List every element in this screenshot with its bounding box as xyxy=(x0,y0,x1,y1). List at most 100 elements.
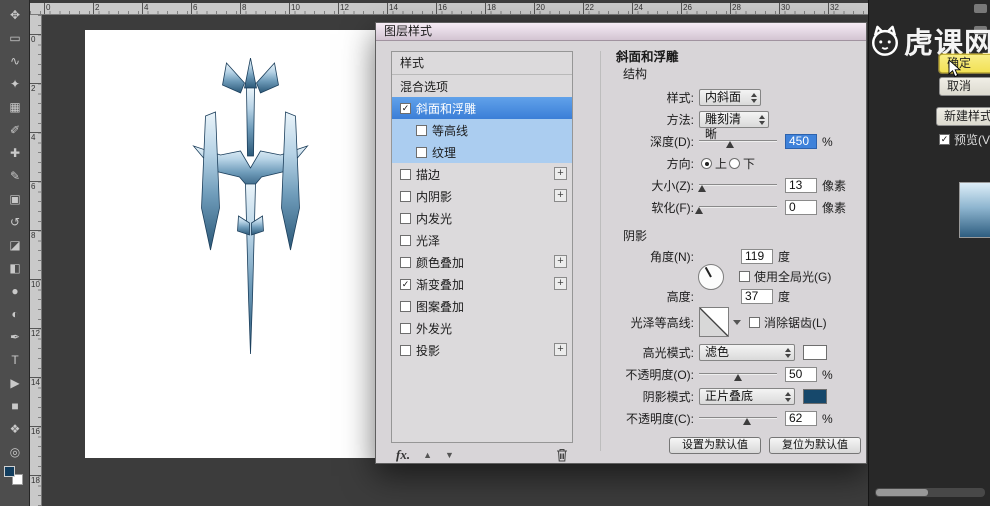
highlight-opacity-slider[interactable] xyxy=(699,367,777,382)
slider-thumb[interactable] xyxy=(734,374,742,381)
fx-icon[interactable]: fx. xyxy=(396,447,410,463)
bevel-style-select[interactable]: 内斜面 xyxy=(699,89,761,106)
shadow-mode-select[interactable]: 正片叠底 xyxy=(699,388,795,405)
style-item-checkbox[interactable] xyxy=(400,168,411,180)
size-input[interactable]: 13 xyxy=(785,178,817,193)
global-light-checkbox[interactable] xyxy=(739,271,750,282)
slider-thumb[interactable] xyxy=(743,418,752,425)
direction-up-radio[interactable] xyxy=(701,158,712,169)
style-item-checkbox[interactable] xyxy=(400,322,411,334)
style-item-11[interactable]: 外发光 xyxy=(392,317,572,339)
shadow-opacity-input[interactable]: 62 xyxy=(785,411,817,426)
move-effect-down-button[interactable]: ▼ xyxy=(445,450,454,460)
shadow-opacity-slider[interactable] xyxy=(699,411,777,426)
contour-dropdown-icon[interactable] xyxy=(733,319,741,325)
cancel-button[interactable]: 取消 xyxy=(939,77,990,96)
ok-button[interactable]: 确定 xyxy=(939,54,990,73)
add-effect-icon[interactable]: + xyxy=(554,167,567,180)
style-item-checkbox[interactable] xyxy=(400,278,411,290)
history-brush-tool[interactable]: ↺ xyxy=(0,211,30,233)
add-effect-icon[interactable]: + xyxy=(554,189,567,202)
slider-thumb[interactable] xyxy=(726,141,735,148)
depth-slider[interactable] xyxy=(699,134,777,149)
highlight-color-swatch[interactable] xyxy=(803,345,827,360)
direction-down-radio[interactable] xyxy=(729,158,741,169)
blur-tool[interactable]: ● xyxy=(0,280,30,302)
set-default-button[interactable]: 设置为默认值 xyxy=(669,437,761,454)
eyedropper-tool[interactable]: ✐ xyxy=(0,119,30,141)
scrollbar-thumb[interactable] xyxy=(876,489,928,496)
lasso-tool[interactable]: ∿ xyxy=(0,50,30,72)
hand-tool[interactable]: ❖ xyxy=(0,418,30,440)
quick-selection-tool[interactable]: ✦ xyxy=(0,73,30,95)
move-tool[interactable]: ✥ xyxy=(0,4,30,26)
dialog-titlebar[interactable]: 图层样式 xyxy=(376,23,866,41)
antialias-checkbox[interactable] xyxy=(749,316,760,328)
style-item-1[interactable]: 斜面和浮雕 xyxy=(392,97,572,119)
style-item-checkbox[interactable] xyxy=(400,102,411,114)
delete-effect-button[interactable] xyxy=(556,448,568,462)
gradient-tool[interactable]: ◧ xyxy=(0,257,30,279)
add-effect-icon[interactable]: + xyxy=(554,343,567,356)
style-item-2[interactable]: 等高线 xyxy=(392,119,572,141)
style-item-checkbox[interactable] xyxy=(400,256,411,268)
style-item-12[interactable]: 投影 + xyxy=(392,339,572,361)
foreground-background-swatches[interactable] xyxy=(4,466,26,488)
add-effect-icon[interactable]: + xyxy=(554,255,567,268)
highlight-mode-select[interactable]: 滤色 xyxy=(699,344,795,361)
slider-thumb[interactable] xyxy=(698,185,707,192)
add-effect-icon[interactable]: + xyxy=(554,277,567,290)
shadow-color-swatch[interactable] xyxy=(803,389,827,404)
marquee-tool[interactable]: ▭ xyxy=(0,27,30,49)
style-item-8[interactable]: 颜色叠加 + xyxy=(392,251,572,273)
angle-input[interactable]: 119 xyxy=(741,249,773,264)
soften-input[interactable]: 0 xyxy=(785,200,817,215)
style-item-checkbox[interactable] xyxy=(400,212,411,224)
panel-collapse-icon[interactable] xyxy=(974,4,987,13)
style-item-checkbox[interactable] xyxy=(416,146,427,158)
style-item-7[interactable]: 光泽 xyxy=(392,229,572,251)
soften-slider[interactable] xyxy=(695,200,777,215)
preview-row: 预览(V) xyxy=(939,131,990,148)
clone-stamp-tool[interactable]: ▣ xyxy=(0,188,30,210)
style-item-5[interactable]: 内阴影 + xyxy=(392,185,572,207)
ruler-mark: 0 xyxy=(44,3,51,14)
healing-brush-tool[interactable]: ✚ xyxy=(0,142,30,164)
path-selection-tool[interactable]: ▶ xyxy=(0,372,30,394)
foreground-color-swatch[interactable] xyxy=(4,466,15,477)
move-effect-up-button[interactable]: ▲ xyxy=(423,450,432,460)
preview-checkbox[interactable] xyxy=(939,134,950,145)
eraser-tool[interactable]: ◪ xyxy=(0,234,30,256)
reset-default-button[interactable]: 复位为默认值 xyxy=(769,437,861,454)
type-tool[interactable]: T xyxy=(0,349,30,371)
ruler-mark: 6 xyxy=(30,181,41,191)
crop-tool[interactable]: ▦ xyxy=(0,96,30,118)
dodge-tool[interactable]: ◐ xyxy=(0,303,30,325)
style-item-checkbox[interactable] xyxy=(400,344,411,356)
style-item-9[interactable]: 渐变叠加 + xyxy=(392,273,572,295)
pen-tool[interactable]: ✒ xyxy=(0,326,30,348)
angle-dial[interactable] xyxy=(698,264,724,290)
highlight-opacity-input[interactable]: 50 xyxy=(785,367,817,382)
horizontal-scrollbar[interactable] xyxy=(875,488,985,497)
zoom-tool[interactable]: ◎ xyxy=(0,441,30,463)
brush-tool[interactable]: ✎ xyxy=(0,165,30,187)
gloss-contour-picker[interactable] xyxy=(699,307,729,337)
style-item-6[interactable]: 内发光 xyxy=(392,207,572,229)
style-item-3[interactable]: 纹理 xyxy=(392,141,572,163)
altitude-input[interactable]: 37 xyxy=(741,289,773,304)
slider-thumb[interactable] xyxy=(695,207,703,214)
style-item-checkbox[interactable] xyxy=(400,190,411,202)
style-item-0[interactable]: 混合选项 xyxy=(392,75,572,97)
style-item-4[interactable]: 描边 + xyxy=(392,163,572,185)
shape-tool[interactable]: ■ xyxy=(0,395,30,417)
style-item-10[interactable]: 图案叠加 xyxy=(392,295,572,317)
technique-select[interactable]: 雕刻清晰 xyxy=(699,111,769,141)
depth-input[interactable]: 450 xyxy=(785,134,817,149)
new-style-button[interactable]: 新建样式(W)... xyxy=(936,107,990,126)
style-item-checkbox[interactable] xyxy=(400,300,411,312)
size-slider[interactable] xyxy=(698,178,777,193)
canvas[interactable] xyxy=(85,30,377,458)
style-item-checkbox[interactable] xyxy=(400,234,411,246)
style-item-checkbox[interactable] xyxy=(416,124,427,136)
